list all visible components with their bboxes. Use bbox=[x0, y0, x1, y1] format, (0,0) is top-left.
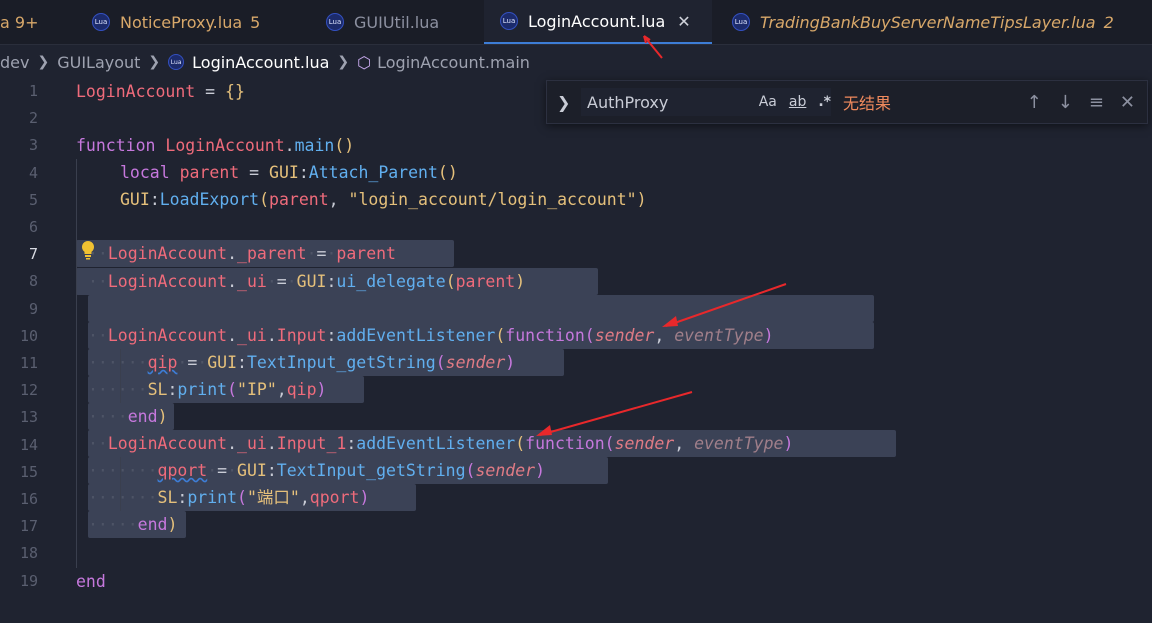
annotation-arrow bbox=[665, 283, 787, 327]
arrow-head bbox=[536, 425, 552, 436]
annotation-arrow bbox=[539, 391, 693, 436]
arrow-head bbox=[662, 316, 678, 327]
annotation-arrow bbox=[643, 35, 663, 59]
annotation-arrows bbox=[536, 35, 787, 436]
